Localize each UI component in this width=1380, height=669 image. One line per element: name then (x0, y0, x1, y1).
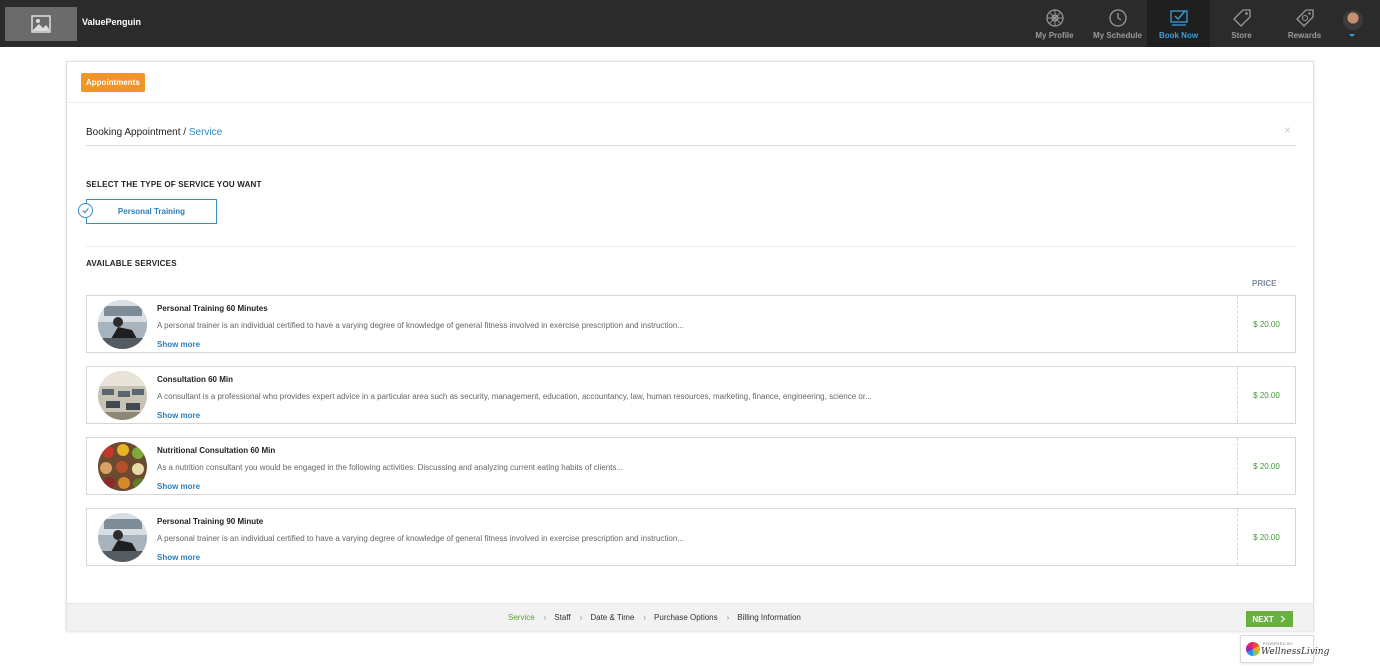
brand-name[interactable]: ValuePenguin (82, 17, 141, 27)
powered-by-name: WellnessLiving (1261, 647, 1330, 657)
service-type-option[interactable]: Personal Training (86, 199, 217, 224)
nav-label: My Profile (1035, 31, 1074, 40)
steps-breadcrumb: Service › Staff › Date & Time › Purchase… (508, 613, 801, 622)
price-column-header: PRICE (1252, 279, 1277, 288)
chevron-right-icon: › (543, 613, 547, 622)
nav-my-profile[interactable]: My Profile (1023, 0, 1086, 47)
service-row[interactable]: Nutritional Consultation 60 Min As a nut… (86, 437, 1296, 495)
service-description: As a nutrition consultant you would be e… (157, 463, 624, 472)
tag-icon (1232, 9, 1251, 27)
chevron-right-icon: › (643, 613, 647, 622)
breadcrumb-root[interactable]: Booking Appointment (86, 127, 181, 138)
service-name: Nutritional Consultation 60 Min (157, 446, 276, 455)
appointment-card: Appointments Booking Appointment / Servi… (66, 61, 1314, 631)
top-navigation-bar: ValuePenguin My Profile My Schedule Book… (0, 0, 1380, 47)
nav-label: Rewards (1287, 31, 1322, 40)
service-image (98, 442, 147, 491)
user-avatar[interactable] (1343, 10, 1363, 30)
service-name: Personal Training 90 Minute (157, 517, 264, 526)
nav-my-schedule[interactable]: My Schedule (1086, 0, 1149, 47)
nav-rewards[interactable]: Rewards (1273, 0, 1336, 47)
nav-label: Book Now (1158, 31, 1199, 40)
step-purchase-options[interactable]: Purchase Options (654, 613, 718, 622)
breadcrumb-separator: / (180, 127, 189, 138)
service-price: $ 20.00 (1237, 509, 1295, 565)
service-image (98, 513, 147, 562)
service-row[interactable]: Consultation 60 Min A consultant is a pr… (86, 366, 1296, 424)
service-row[interactable]: Personal Training 90 Minute A personal t… (86, 508, 1296, 566)
nav-book-now[interactable]: Book Now (1147, 0, 1210, 47)
divider (86, 246, 1296, 247)
step-billing-information[interactable]: Billing Information (737, 613, 801, 622)
next-label: NEXT (1252, 614, 1274, 624)
divider (86, 145, 1296, 146)
booking-steps-footer: Service › Staff › Date & Time › Purchase… (67, 603, 1313, 631)
service-price: $ 20.00 (1237, 367, 1295, 423)
close-icon[interactable]: × (1284, 123, 1291, 137)
caret-down-icon[interactable] (1349, 34, 1355, 37)
brand-logo-placeholder[interactable] (5, 7, 77, 41)
service-image (98, 300, 147, 349)
book-now-icon (1169, 10, 1188, 26)
powered-by-badge[interactable]: POWERED BY WellnessLiving (1240, 635, 1329, 663)
show-more-link[interactable]: Show more (157, 553, 200, 562)
nav-label: Store (1231, 31, 1252, 40)
dharma-wheel-icon (1045, 9, 1064, 27)
service-description: A consultant is a professional who provi… (157, 392, 872, 401)
appointments-tab[interactable]: Appointments (81, 73, 145, 92)
service-description: A personal trainer is an individual cert… (157, 534, 684, 543)
service-image (98, 371, 147, 420)
service-description: A personal trainer is an individual cert… (157, 321, 684, 330)
chevron-right-icon: › (579, 613, 583, 622)
step-service[interactable]: Service (508, 613, 535, 622)
card-header: Appointments (67, 62, 1313, 103)
service-price: $ 20.00 (1237, 438, 1295, 494)
clock-icon (1108, 9, 1127, 27)
service-price: $ 20.00 (1237, 296, 1295, 352)
step-staff[interactable]: Staff (554, 613, 570, 622)
available-services-title: AVAILABLE SERVICES (86, 259, 177, 268)
nav-store[interactable]: Store (1210, 0, 1273, 47)
next-button[interactable]: NEXT (1246, 611, 1293, 627)
chevron-right-icon (1280, 615, 1285, 623)
checkmark-icon (78, 203, 93, 218)
reward-tag-icon (1295, 9, 1314, 27)
service-name: Personal Training 60 Minutes (157, 304, 268, 313)
chevron-right-icon: › (726, 613, 730, 622)
breadcrumb-current: Service (188, 127, 223, 138)
breadcrumb: Booking Appointment / Service (86, 127, 222, 138)
wellnessliving-logo-icon (1246, 642, 1260, 656)
nav-label: My Schedule (1093, 31, 1142, 40)
show-more-link[interactable]: Show more (157, 411, 200, 420)
service-type-title: SELECT THE TYPE OF SERVICE YOU WANT (86, 180, 262, 189)
show-more-link[interactable]: Show more (157, 482, 200, 491)
powered-by-label: POWERED BY (1263, 641, 1294, 646)
service-row[interactable]: Personal Training 60 Minutes A personal … (86, 295, 1296, 353)
show-more-link[interactable]: Show more (157, 340, 200, 349)
service-name: Consultation 60 Min (157, 375, 233, 384)
step-date-time[interactable]: Date & Time (590, 613, 634, 622)
image-icon (31, 15, 51, 33)
